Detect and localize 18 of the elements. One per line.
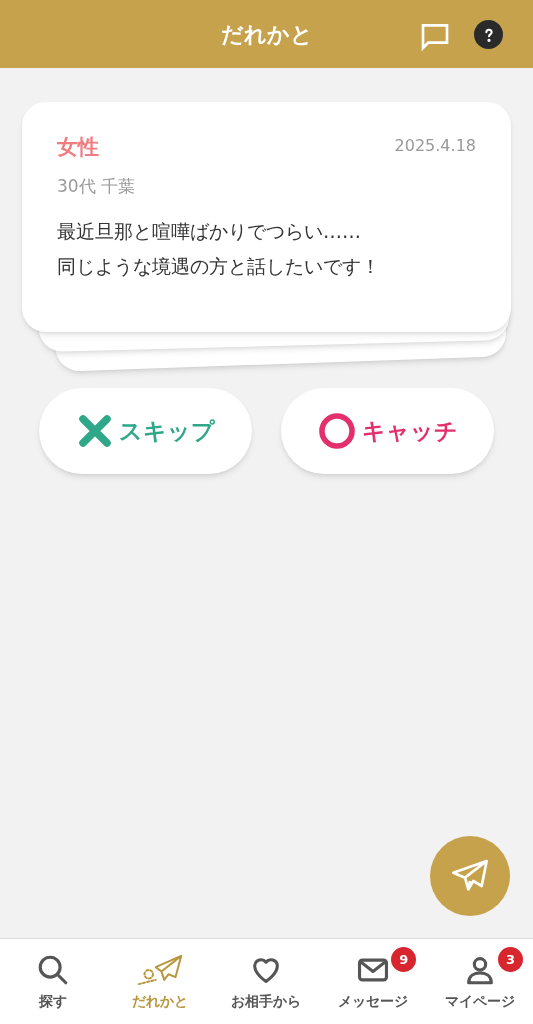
circle-icon [317, 412, 356, 450]
profile-text: 30代 千葉 [57, 174, 137, 198]
cross-icon [76, 413, 113, 449]
gender-label: 女性 [57, 134, 99, 161]
message-line: 同じような境遇の方と話したいです！ [57, 253, 381, 279]
post-date: 2025.4.18 [394, 135, 476, 157]
nav-tab[interactable]: 探す [0, 939, 107, 1024]
header-title: だれかと [220, 20, 313, 49]
nav-tab[interactable]: お相手から [213, 939, 320, 1024]
paper-plane-icon [135, 953, 184, 987]
help-button[interactable] [474, 20, 503, 49]
count-badge: 3 [497, 947, 523, 972]
message-line: 最近旦那と喧嘩ばかりでつらい…… [57, 219, 362, 244]
count-badge: 9 [391, 947, 417, 972]
nav-tab[interactable]: メッセージ 9 [319, 939, 427, 1024]
catch-button[interactable]: キャッチ [281, 388, 494, 474]
nav-tab[interactable]: マイページ 3 [426, 939, 533, 1024]
post-card[interactable]: 女性 2025.4.18 30代 千葉 最近旦那と喧嘩ばかりでつらい…… 同じような境遇の方と話したいです！ [22, 102, 511, 332]
